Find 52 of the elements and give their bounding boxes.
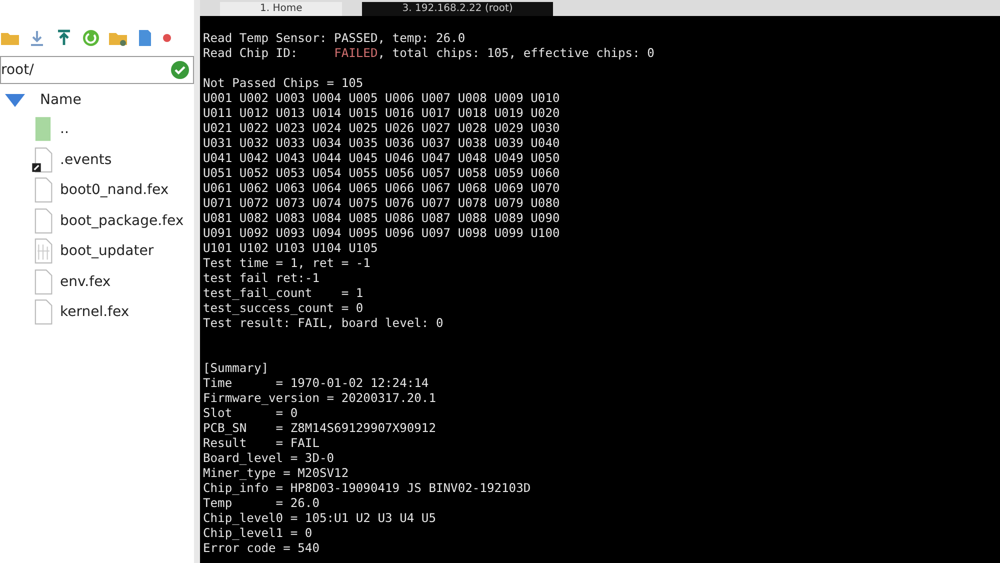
binary-file-icon <box>32 238 54 264</box>
terminal-line: U101 U102 U103 U104 U105 <box>203 241 379 256</box>
terminal-line: U011 U012 U013 U014 U015 U016 U017 U018 U019 U020 <box>203 106 561 121</box>
file-name[interactable]: boot_updater <box>60 243 154 260</box>
terminal-line: Test time = 1, ret = -1 <box>203 256 372 271</box>
terminal-line: PCB_SN = Z8M14S69129907X90912 <box>203 421 437 436</box>
sort-icon[interactable] <box>4 91 26 109</box>
file-name[interactable]: boot_package.fex <box>60 212 184 229</box>
terminal-line: U041 U042 U043 U044 U045 U046 U047 U048 U049 U050 <box>203 151 561 166</box>
column-header[interactable]: Name <box>40 92 82 108</box>
file-icon <box>32 268 54 295</box>
terminal-line: test fail ret:-1 <box>203 271 320 286</box>
file-icon <box>32 299 54 326</box>
terminal-line: U031 U032 U033 U034 U035 U036 U037 U038 U039 U040 <box>203 136 561 151</box>
terminal-line: Test result: FAIL, board level: 0 <box>203 316 444 331</box>
terminal-line: Board_level = 3D-0 <box>203 451 336 466</box>
terminal-line: Slot = 0 <box>203 406 299 421</box>
terminal-line: Chip_level0 = 105:U1 U2 U3 U4 U5 <box>203 511 437 526</box>
terminal-line: Chip_level1 = 0 <box>203 526 314 541</box>
terminal-line: U001 U002 U003 U004 U005 U006 U007 U008 U009 U010 <box>203 91 561 106</box>
terminal-line: U061 U062 U063 U064 U065 U066 U067 U068 U069 U070 <box>203 181 561 196</box>
terminal-line: Temp = 26.0 <box>203 496 320 511</box>
file-icon <box>32 177 54 204</box>
terminal-line: U071 U072 U073 U074 U075 U076 U077 U078 U079 U080 <box>203 196 561 211</box>
terminal-line: Time = 1970-01-02 12:24:14 <box>203 376 430 391</box>
terminal-line: [Summary] <box>203 361 270 376</box>
terminal-line: Read Temp Sensor: PASSED, temp: 26.0 <box>203 31 466 46</box>
refresh-icon[interactable] <box>81 28 101 48</box>
terminal-line: Error code = 540 <box>203 541 320 556</box>
terminal-line: test_fail_count = 1 <box>203 286 364 301</box>
file-name[interactable]: kernel.fex <box>60 304 130 320</box>
terminal-line: U051 U052 U053 U054 U055 U056 U057 U058 U059 U060 <box>203 166 561 181</box>
file-name[interactable]: .events <box>60 152 112 168</box>
file-name[interactable]: .. <box>60 121 69 138</box>
terminal-line: U081 U082 U083 U084 U085 U086 U087 U088 U089 U090 <box>203 211 561 226</box>
shortcut-file-icon <box>32 146 54 173</box>
file-name[interactable]: boot0_nand.fex <box>60 182 169 198</box>
terminal-tab[interactable]: 3. 192.168.2.22 (root) <box>362 2 553 16</box>
terminal-line: Chip_info = HP8D03-19090419 JS BINV02-192103D <box>203 481 532 496</box>
terminal-line: Read Chip ID: FAILED, total chips: 105, effective chips: 0 <box>203 46 656 61</box>
file-name[interactable]: env.fex <box>60 274 111 290</box>
terminal-line: U021 U022 U023 U024 U025 U026 U027 U028 U029 U030 <box>203 121 561 136</box>
terminal-line: Firmware_version = 20200317.20.1 <box>203 391 437 406</box>
terminal-line: test_success_count = 0 <box>203 301 364 316</box>
path-field[interactable]: root/ <box>0 56 194 84</box>
terminal-line: Not Passed Chips = 105 <box>203 76 364 91</box>
file-icon <box>32 208 54 234</box>
check-icon[interactable] <box>170 60 190 80</box>
terminal-tab[interactable]: 1. Home <box>220 2 342 16</box>
terminal-line: Result = FAIL <box>203 436 320 451</box>
terminal-line: U091 U092 U093 U094 U095 U096 U097 U098 U099 U100 <box>203 226 561 241</box>
terminal-line: Miner_type = M20SV12 <box>203 466 350 481</box>
